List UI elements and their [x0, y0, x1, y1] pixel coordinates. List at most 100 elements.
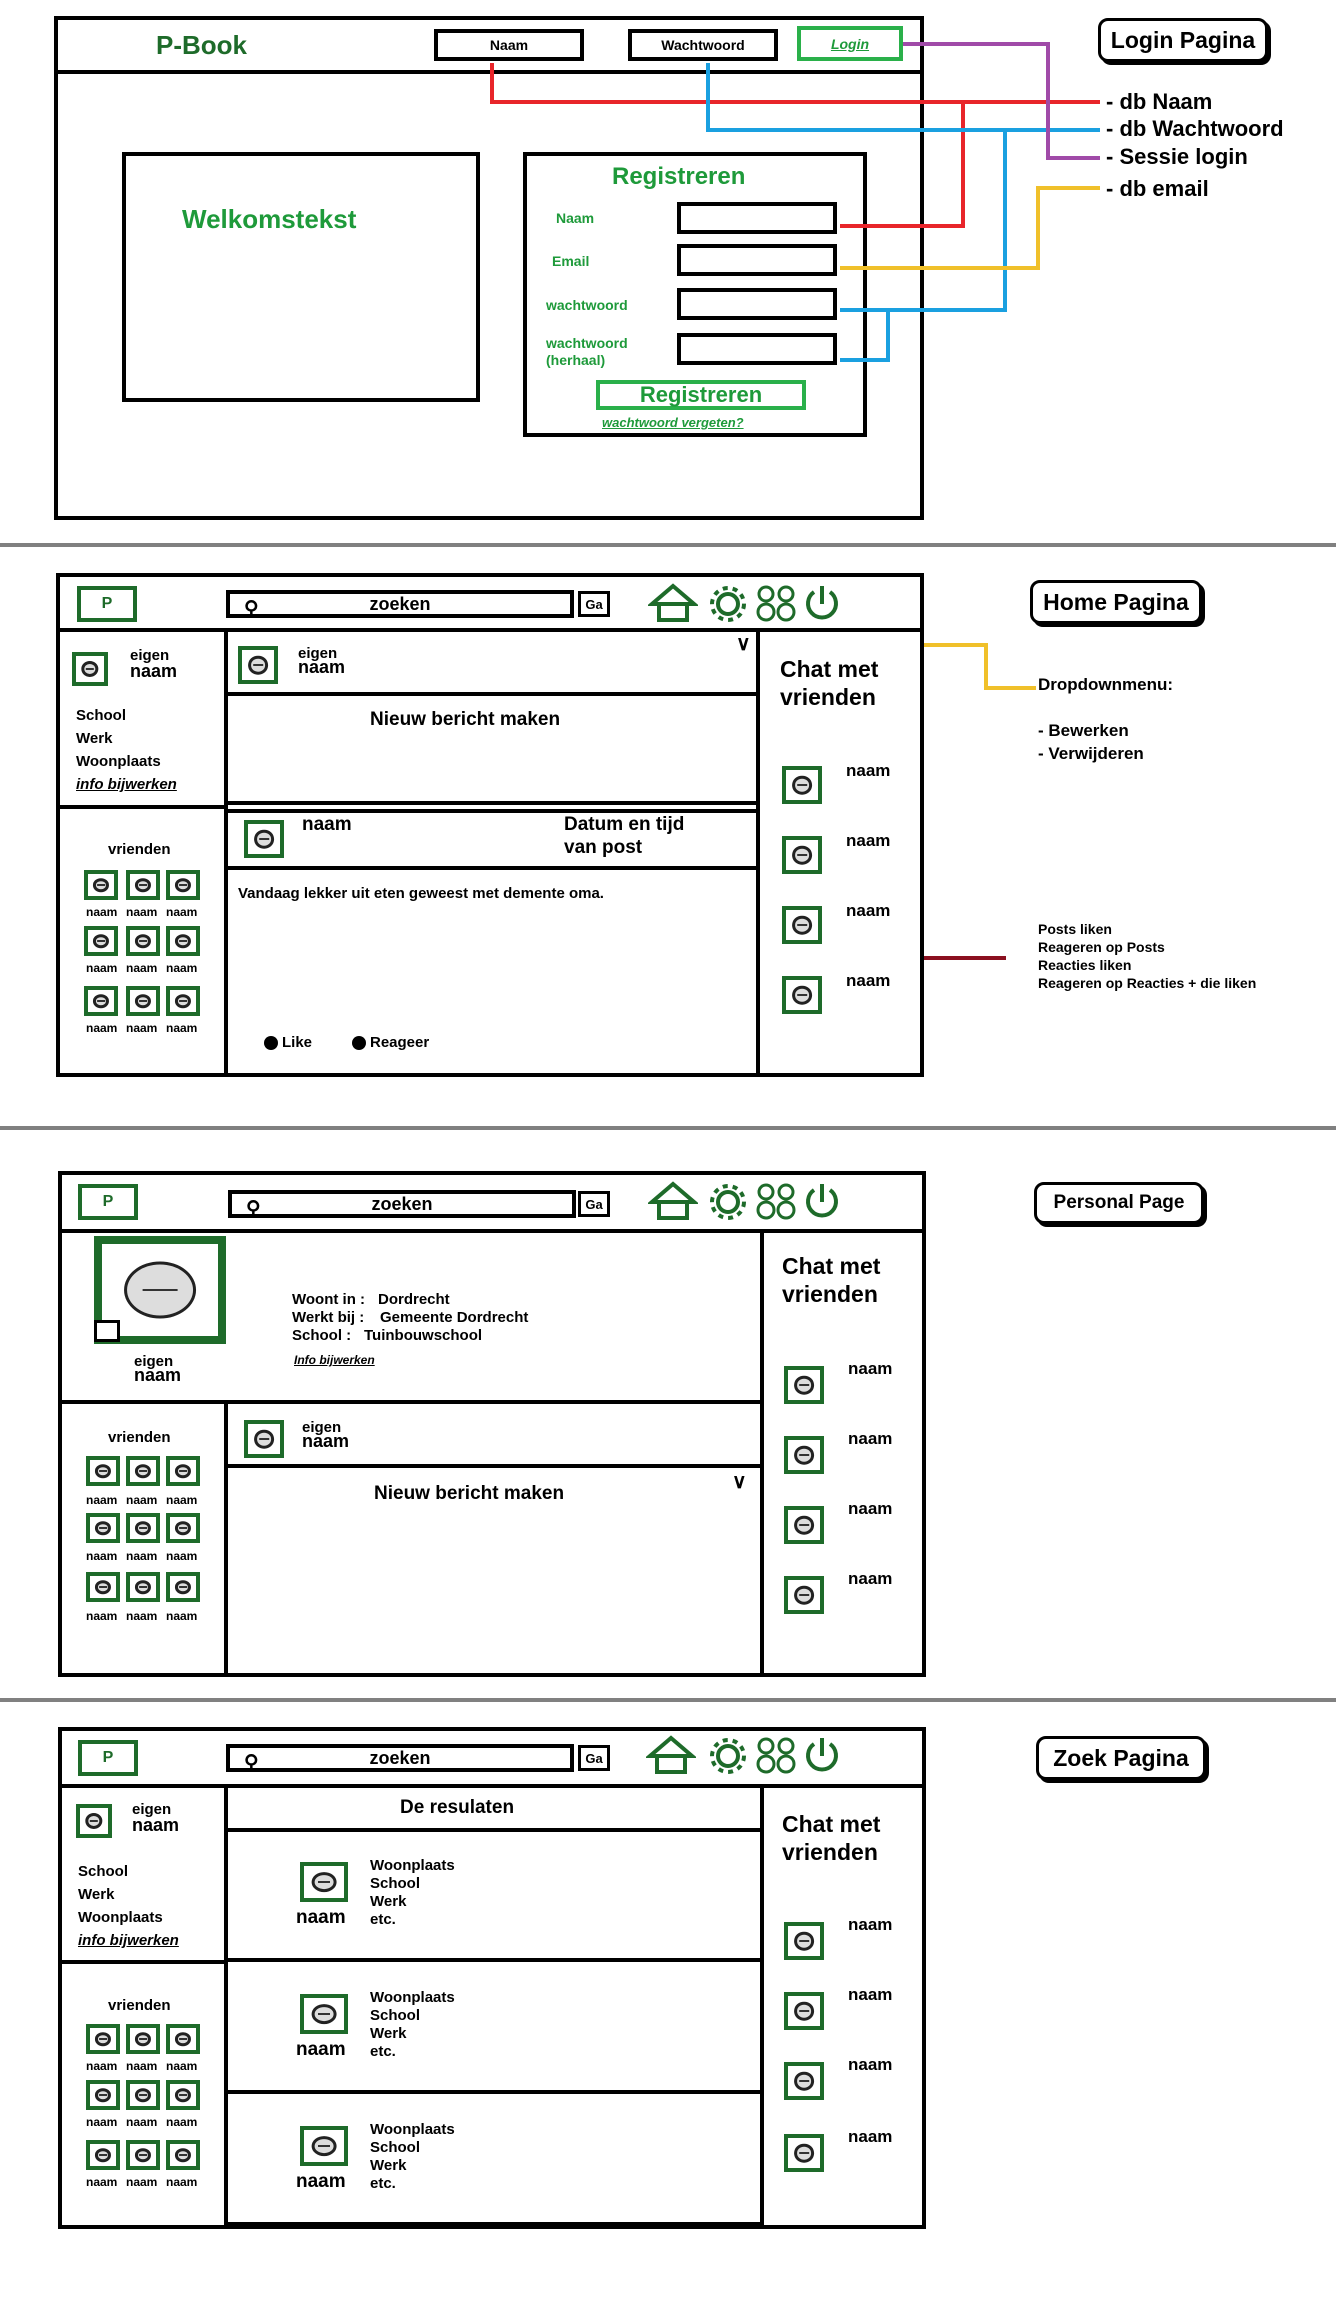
- friend-avatar[interactable]: [84, 870, 118, 900]
- chat-friend-avatar[interactable]: [782, 976, 822, 1014]
- friend-avatar[interactable]: [166, 1572, 200, 1602]
- search-logo-button[interactable]: P: [78, 1740, 138, 1776]
- chat-friend-name[interactable]: naam: [848, 2056, 892, 2074]
- new-post-button[interactable]: Nieuw bericht maken: [374, 1484, 564, 1504]
- friend-avatar[interactable]: [166, 870, 200, 900]
- home-icon[interactable]: [648, 1180, 698, 1222]
- forgot-password-link[interactable]: wachtwoord vergeten?: [602, 416, 744, 430]
- chat-friend-name[interactable]: naam: [848, 1986, 892, 2004]
- chevron-down-icon[interactable]: ∨: [736, 634, 751, 655]
- power-icon[interactable]: [800, 582, 844, 626]
- camera-icon[interactable]: [94, 1320, 120, 1342]
- personal-ga-button[interactable]: Ga: [578, 1191, 610, 1217]
- result-avatar[interactable]: [300, 1862, 348, 1902]
- chat-friend-avatar[interactable]: [784, 1366, 824, 1404]
- friend-avatar[interactable]: [86, 1572, 120, 1602]
- chat-friend-avatar[interactable]: [782, 906, 822, 944]
- power-icon[interactable]: [800, 1734, 844, 1778]
- avatar[interactable]: [76, 1804, 112, 1838]
- info-update-link[interactable]: Info bijwerken: [294, 1354, 375, 1367]
- gear-icon[interactable]: [708, 1182, 748, 1222]
- friend-avatar[interactable]: [126, 1513, 160, 1543]
- friend-avatar[interactable]: [166, 2080, 200, 2110]
- chevron-down-icon[interactable]: ∨: [732, 1472, 747, 1493]
- friend-avatar[interactable]: [126, 986, 160, 1016]
- chat-friend-name[interactable]: naam: [848, 2128, 892, 2146]
- friend-avatar[interactable]: [126, 926, 160, 956]
- chat-friend-name[interactable]: naam: [848, 1500, 892, 1518]
- like-button[interactable]: Like: [282, 1035, 312, 1051]
- result-name[interactable]: naam: [296, 2172, 346, 2192]
- friend-avatar[interactable]: [84, 986, 118, 1016]
- avatar[interactable]: [244, 820, 284, 858]
- home-logo-button[interactable]: P: [77, 586, 137, 622]
- header-naam-input[interactable]: Naam: [434, 29, 584, 61]
- chat-friend-avatar[interactable]: [784, 1992, 824, 2030]
- reageer-radio-icon[interactable]: [352, 1036, 366, 1050]
- chat-friend-name[interactable]: naam: [846, 972, 890, 990]
- chat-friend-avatar[interactable]: [782, 836, 822, 874]
- friend-avatar[interactable]: [166, 1513, 200, 1543]
- chat-friend-avatar[interactable]: [784, 1506, 824, 1544]
- chat-friend-name[interactable]: naam: [846, 902, 890, 920]
- friend-avatar[interactable]: [126, 2024, 160, 2054]
- chat-friend-name[interactable]: naam: [848, 1360, 892, 1378]
- avatar[interactable]: [238, 646, 278, 684]
- friend-avatar[interactable]: [86, 2024, 120, 2054]
- home-ga-button[interactable]: Ga: [578, 591, 610, 617]
- search-page-search-input[interactable]: zoeken ⚲: [226, 1744, 574, 1774]
- chat-friend-name[interactable]: naam: [848, 1430, 892, 1448]
- power-icon[interactable]: [800, 1180, 844, 1224]
- register-button[interactable]: Registreren: [596, 380, 806, 410]
- avatar[interactable]: [244, 1420, 284, 1458]
- friends-icon[interactable]: [752, 1182, 798, 1222]
- login-button[interactable]: Login: [797, 26, 903, 61]
- chat-friend-name[interactable]: naam: [848, 1916, 892, 1934]
- info-update-link[interactable]: info bijwerken: [78, 1933, 179, 1949]
- result-name[interactable]: naam: [296, 1908, 346, 1928]
- friend-avatar[interactable]: [126, 870, 160, 900]
- personal-search-input[interactable]: zoeken ⚲: [228, 1190, 576, 1220]
- search-ga-button[interactable]: Ga: [578, 1745, 610, 1771]
- friend-avatar[interactable]: [84, 926, 118, 956]
- friend-avatar[interactable]: [166, 926, 200, 956]
- friend-avatar[interactable]: [126, 2140, 160, 2170]
- chat-friend-avatar[interactable]: [784, 2062, 824, 2100]
- register-email-input[interactable]: [677, 244, 837, 276]
- register-wachtwoord-input[interactable]: [677, 288, 837, 320]
- friend-avatar[interactable]: [166, 1456, 200, 1486]
- gear-icon[interactable]: [708, 1736, 748, 1776]
- avatar[interactable]: [72, 652, 108, 686]
- friends-icon[interactable]: [752, 584, 798, 624]
- chat-friend-avatar[interactable]: [784, 1576, 824, 1614]
- friends-icon[interactable]: [752, 1736, 798, 1776]
- home-icon[interactable]: [648, 582, 698, 624]
- result-avatar[interactable]: [300, 2126, 348, 2166]
- result-name[interactable]: naam: [296, 2040, 346, 2060]
- friend-avatar[interactable]: [86, 1456, 120, 1486]
- friend-avatar[interactable]: [86, 2080, 120, 2110]
- reageer-button[interactable]: Reageer: [370, 1035, 429, 1051]
- chat-friend-name[interactable]: naam: [846, 762, 890, 780]
- chat-friend-avatar[interactable]: [784, 1922, 824, 1960]
- friend-avatar[interactable]: [126, 1456, 160, 1486]
- new-post-button[interactable]: Nieuw bericht maken: [370, 710, 560, 730]
- result-avatar[interactable]: [300, 1994, 348, 2034]
- header-wachtwoord-input[interactable]: Wachtwoord: [628, 29, 778, 61]
- info-update-link[interactable]: info bijwerken: [76, 777, 177, 793]
- friend-avatar[interactable]: [86, 2140, 120, 2170]
- friend-avatar[interactable]: [166, 2140, 200, 2170]
- like-radio-icon[interactable]: [264, 1036, 278, 1050]
- chat-friend-name[interactable]: naam: [848, 1570, 892, 1588]
- home-icon[interactable]: [646, 1734, 696, 1776]
- home-search-input[interactable]: zoeken ⚲: [226, 590, 574, 620]
- chat-friend-name[interactable]: naam: [846, 832, 890, 850]
- friend-avatar[interactable]: [166, 2024, 200, 2054]
- friend-avatar[interactable]: [126, 2080, 160, 2110]
- chat-friend-avatar[interactable]: [782, 766, 822, 804]
- friend-avatar[interactable]: [126, 1572, 160, 1602]
- chat-friend-avatar[interactable]: [784, 1436, 824, 1474]
- friend-avatar[interactable]: [86, 1513, 120, 1543]
- friend-avatar[interactable]: [166, 986, 200, 1016]
- register-wachtwoord-herhaal-input[interactable]: [677, 333, 837, 365]
